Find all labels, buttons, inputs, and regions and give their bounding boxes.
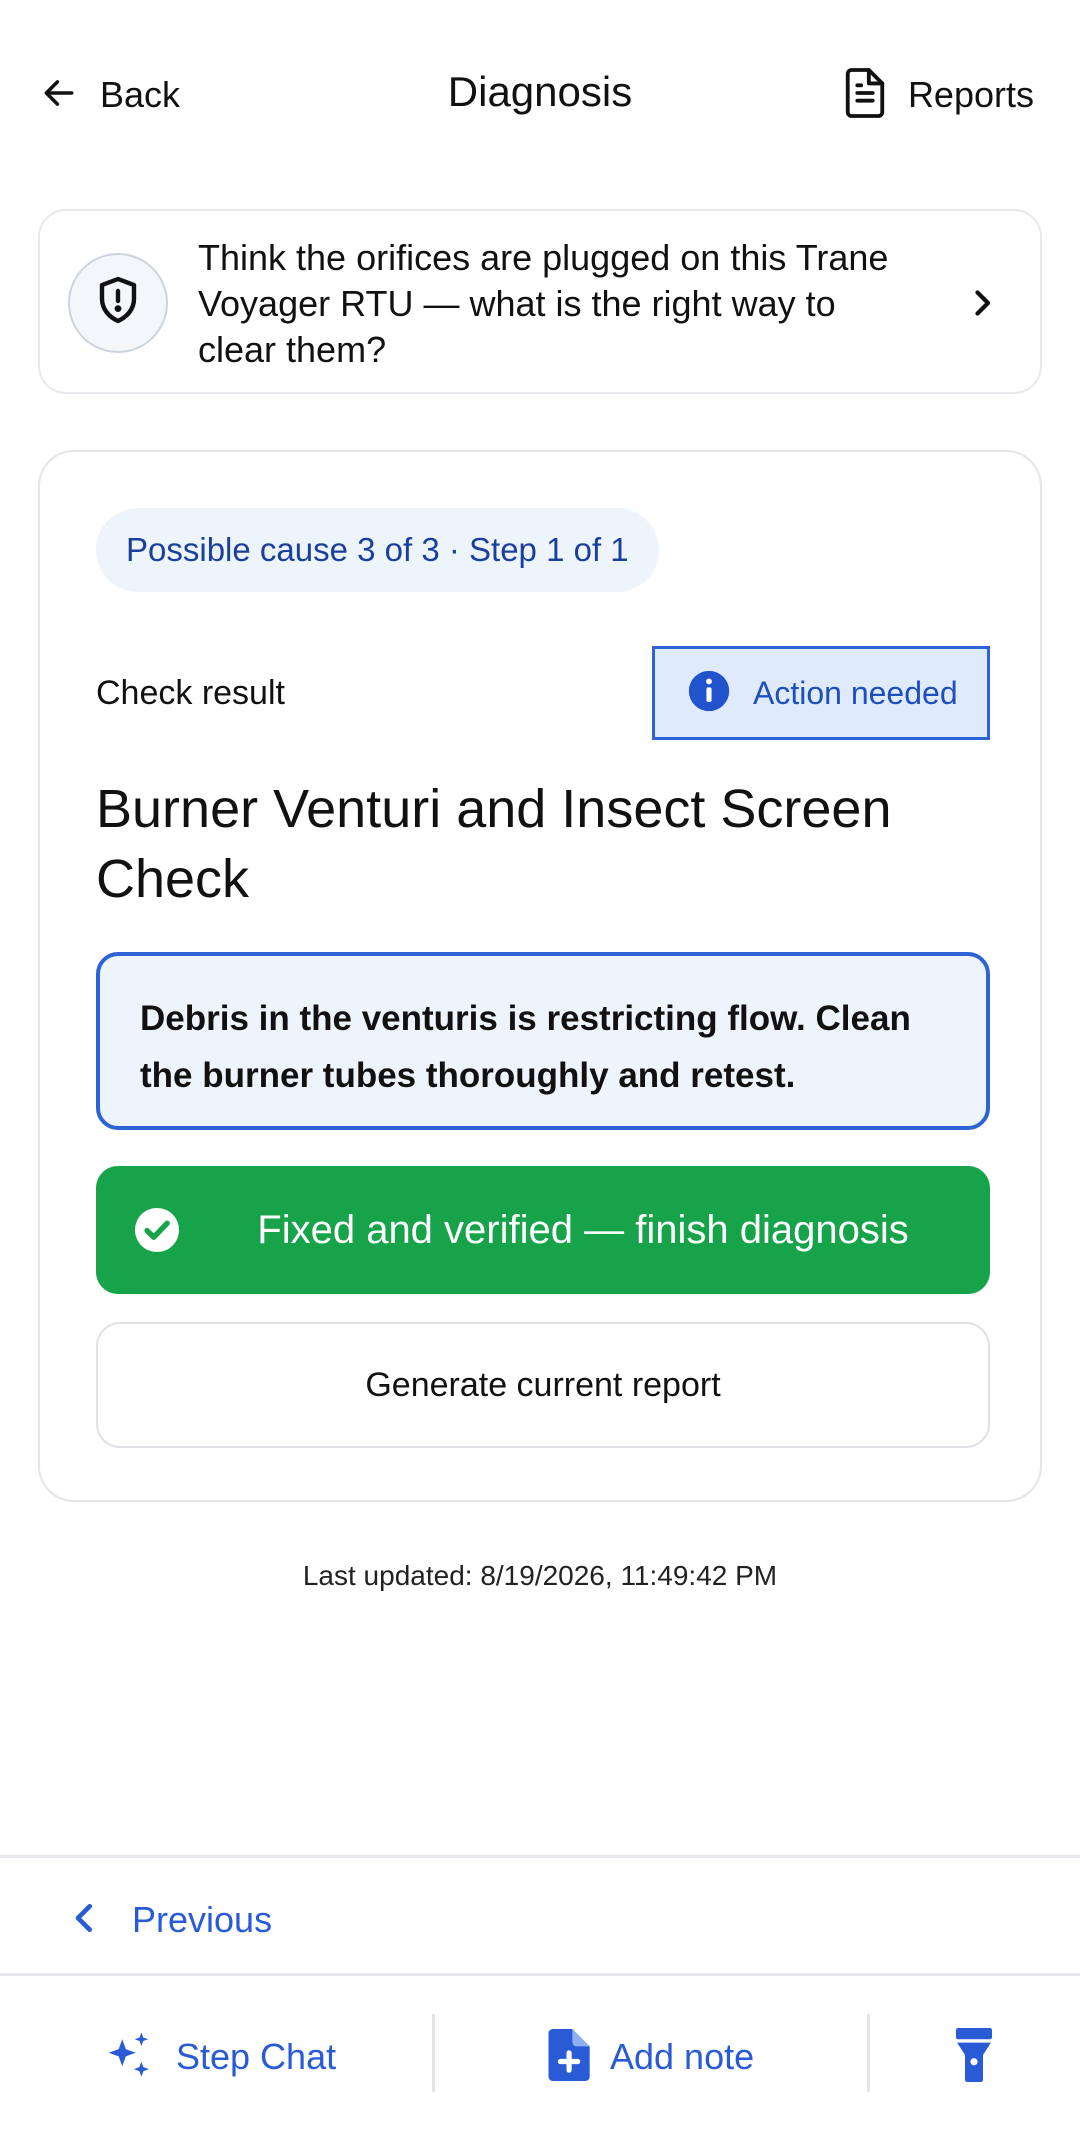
add-note-label: Add note [610, 2036, 755, 2077]
progress-pill: Possible cause 3 of 3 · Step 1 of 1 [96, 508, 659, 592]
add-note-button[interactable]: Add note [546, 2022, 754, 2092]
separator [867, 2014, 870, 2092]
check-circle-icon [134, 1207, 180, 1258]
finish-diagnosis-label: Fixed and verified — finish diagnosis [257, 1207, 909, 1252]
status-badge-label: Action needed [753, 674, 958, 711]
step-chat-label: Step Chat [176, 2036, 337, 2077]
status-badge: Action needed [652, 646, 990, 740]
generate-report-button[interactable]: Generate current report [96, 1322, 990, 1448]
document-icon [842, 66, 888, 125]
file-plus-icon [546, 2028, 590, 2086]
question-text: Think the orifices are plugged on this T… [198, 237, 889, 370]
flashlight-button[interactable] [955, 2022, 993, 2092]
chevron-right-icon [964, 283, 1000, 328]
bottom-action-bar: Step Chat Add note [0, 1976, 1080, 2149]
question-avatar [68, 253, 168, 353]
sparkles-icon [102, 2028, 156, 2087]
step-title: Burner Venturi and Insect Screen Check [96, 779, 892, 909]
info-icon [687, 669, 731, 718]
result-message: Debris in the venturis is restricting fl… [96, 952, 990, 1130]
finish-diagnosis-button[interactable]: Fixed and verified — finish diagnosis [96, 1166, 990, 1294]
step-chat-button[interactable]: Step Chat [102, 2022, 336, 2092]
last-updated: Last updated: 8/19/2026, 11:49:42 PM [302, 1560, 778, 1591]
flashlight-icon [955, 2027, 993, 2087]
reports-label: Reports [907, 74, 1034, 115]
question-card[interactable]: Think the orifices are plugged on this T… [38, 209, 1042, 394]
chevron-left-icon [68, 1898, 98, 1943]
top-bar: Back Diagnosis Reports [0, 0, 1080, 190]
shield-alert-icon [94, 275, 142, 332]
separator [432, 2014, 435, 2092]
divider [0, 1855, 1080, 1858]
step-card: Possible cause 3 of 3 · Step 1 of 1 Chec… [38, 450, 1042, 1502]
check-result-label: Check result [96, 674, 285, 712]
reports-button[interactable]: Reports [842, 66, 1034, 124]
previous-button[interactable]: Previous [68, 1890, 272, 1950]
previous-label: Previous [132, 1899, 273, 1940]
